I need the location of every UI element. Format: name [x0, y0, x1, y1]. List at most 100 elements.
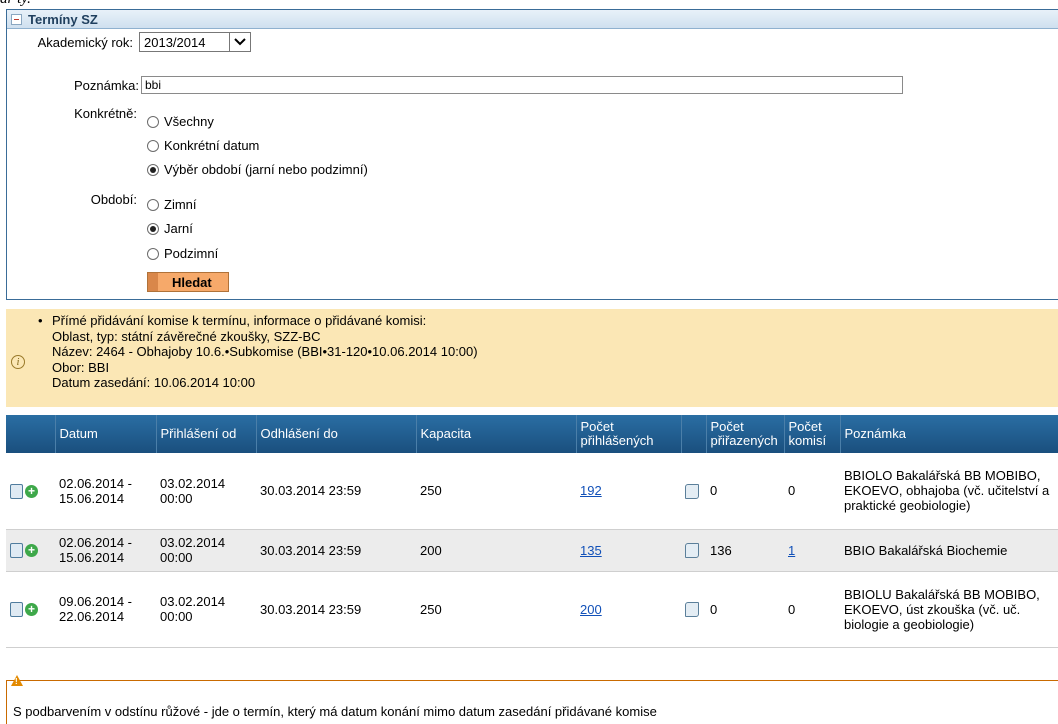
info-box: i • Přímé přidávání komise k termínu, in… — [6, 309, 1058, 407]
info-line-3: Název: 2464 - Obhajoby 10.6.•Subkomise (… — [52, 344, 478, 360]
cell-poznamka: BBIOLO Bakalářská BB MOBIBO, EKOEVO, obh… — [840, 453, 1058, 530]
header-datum[interactable]: Datum — [55, 415, 157, 453]
radio-vyber-obdobi-circle[interactable] — [147, 163, 159, 176]
cell-odhlaseni: 30.03.2014 23:59 — [256, 529, 416, 572]
radio-vsechny[interactable]: Všechny — [147, 114, 214, 129]
header-poznamka[interactable]: Poznámka — [840, 415, 1058, 453]
warning-text: S podbarvením v odstínu růžové - jde o t… — [13, 704, 657, 719]
panel-title: Termíny SZ — [28, 11, 98, 27]
table-header-row: Datum Přihlášení od Odhlášení do Kapacit… — [6, 415, 1058, 453]
bullet-icon: • — [38, 313, 43, 328]
cell-prirazenych: 136 — [706, 529, 784, 572]
table-row: + 02.06.2014 - 15.06.2014 03.02.2014 00:… — [6, 529, 1058, 572]
header-kapacita[interactable]: Kapacita — [416, 415, 577, 453]
cell-prirazenych: 0 — [706, 571, 784, 648]
cell-poznamka: BBIO Bakalářská Biochemie — [840, 529, 1058, 572]
document-icon[interactable] — [10, 543, 23, 559]
cell-scroll — [681, 529, 706, 572]
cell-prirazenych: 0 — [706, 453, 784, 530]
radio-podzimni-circle[interactable] — [147, 247, 159, 260]
table-row: + 02.06.2014 - 15.06.2014 03.02.2014 00:… — [6, 453, 1058, 530]
cell-prihlaseni: 03.02.2014 00:00 — [156, 453, 256, 530]
header-icon-col — [681, 415, 707, 453]
header-pocet-komisi[interactable]: Počet komisí — [784, 415, 841, 453]
cell-datum: 02.06.2014 - 15.06.2014 — [55, 529, 156, 572]
akademicky-row: Akademický rok: 2013/2014 — [7, 32, 251, 52]
akademicky-rok-select[interactable]: 2013/2014 — [139, 32, 251, 52]
radio-konkretni-datum-circle[interactable] — [147, 139, 159, 152]
radio-vsechny-circle[interactable] — [147, 115, 159, 128]
cell-poznamka: BBIOLU Bakalářská BB MOBIBO, EKOEVO, úst… — [840, 571, 1058, 648]
cell-kapacita: 250 — [416, 453, 576, 530]
table-row: + 09.06.2014 - 22.06.2014 03.02.2014 00:… — [6, 571, 1058, 648]
cell-komisi: 0 — [784, 453, 840, 530]
info-line-1: Přímé přidávání komise k termínu, inform… — [52, 313, 427, 328]
chevron-down-icon[interactable] — [229, 33, 250, 51]
scroll-icon[interactable] — [685, 543, 699, 559]
info-line-2: Oblast, typ: státní závěrečné zkoušky, S… — [52, 328, 321, 344]
header-pocet-prihlasenych[interactable]: Počet přihlášených — [576, 415, 682, 453]
radio-zimni-label: Zimní — [164, 197, 197, 212]
prihlasenych-link[interactable]: 135 — [580, 543, 602, 558]
search-row: Hledat — [147, 272, 229, 292]
info-icon: i — [11, 355, 25, 369]
cell-kapacita: 250 — [416, 571, 576, 648]
warning-icon — [11, 675, 23, 686]
cell-datum: 09.06.2014 - 22.06.2014 — [55, 571, 156, 648]
radio-vyber-obdobi-label: Výběr období (jarní nebo podzimní) — [164, 162, 368, 177]
komisi-link[interactable]: 1 — [788, 543, 795, 558]
poznamka-label: Poznámka: — [73, 77, 139, 93]
header-prihlaseni[interactable]: Přihlášení od — [156, 415, 257, 453]
row-actions: + — [6, 529, 55, 572]
cell-odhlaseni: 30.03.2014 23:59 — [256, 453, 416, 530]
terminy-table: Datum Přihlášení od Odhlášení do Kapacit… — [6, 415, 1058, 648]
konkretne-label: Konkrétně: — [74, 106, 137, 121]
radio-jarni[interactable]: Jarní — [147, 221, 193, 236]
cell-scroll — [681, 453, 706, 530]
add-icon[interactable]: + — [25, 603, 38, 617]
konkretne-label-row: Konkrétně: — [7, 106, 137, 121]
cell-kapacita: 200 — [416, 529, 576, 572]
scroll-icon[interactable] — [685, 602, 699, 618]
radio-konkretni-datum[interactable]: Konkrétní datum — [147, 138, 259, 153]
prihlasenych-link[interactable]: 200 — [580, 602, 602, 617]
akademicky-label: Akademický rok: — [37, 34, 133, 50]
radio-podzimni-label: Podzimní — [164, 246, 219, 261]
radio-vyber-obdobi[interactable]: Výběr období (jarní nebo podzimní) — [147, 162, 368, 177]
info-line-4: Obor: BBI — [52, 359, 110, 375]
cell-prihlaseni: 03.02.2014 00:00 — [156, 529, 256, 572]
hledat-button-label: Hledat — [172, 274, 212, 290]
collapse-icon[interactable] — [11, 13, 22, 25]
obdobi-label: Období: — [90, 192, 137, 207]
info-line-5: Datum zasedání: 10.06.2014 10:00 — [52, 375, 256, 391]
radio-zimni-circle[interactable] — [147, 198, 159, 211]
document-icon[interactable] — [10, 602, 23, 618]
poznamka-input[interactable]: bbi — [141, 76, 903, 94]
poznamka-row: Poznámka: bbi — [7, 76, 903, 94]
radio-jarni-label: Jarní — [164, 221, 193, 236]
cell-datum: 02.06.2014 - 15.06.2014 — [55, 453, 156, 530]
panel-header: Termíny SZ — [7, 10, 1058, 29]
add-icon[interactable]: + — [25, 544, 38, 558]
cell-komisi: 1 — [784, 529, 840, 572]
radio-podzimni[interactable]: Podzimní — [147, 246, 218, 261]
add-icon[interactable]: + — [25, 484, 38, 498]
scroll-icon[interactable] — [685, 483, 699, 499]
header-actions — [6, 415, 56, 453]
hledat-button[interactable]: Hledat — [147, 272, 229, 292]
radio-vsechny-label: Všechny — [164, 114, 214, 129]
row-actions: + — [6, 571, 55, 648]
cell-prihlasenych: 192 — [576, 453, 681, 530]
cell-prihlasenych: 200 — [576, 571, 681, 648]
radio-zimni[interactable]: Zimní — [147, 197, 197, 212]
radio-konkretni-datum-label: Konkrétní datum — [164, 138, 260, 153]
document-icon[interactable] — [10, 483, 23, 499]
button-handle — [148, 273, 158, 291]
page-text-fragment: ar ty. — [0, 0, 31, 8]
prihlasenych-link[interactable]: 192 — [580, 483, 602, 498]
cell-prihlasenych: 135 — [576, 529, 681, 572]
header-odhlaseni[interactable]: Odhlášení do — [256, 415, 417, 453]
header-pocet-prirazenych[interactable]: Počet přiřazených — [706, 415, 785, 453]
obdobi-label-row: Období: — [7, 192, 137, 207]
radio-jarni-circle[interactable] — [147, 222, 159, 235]
